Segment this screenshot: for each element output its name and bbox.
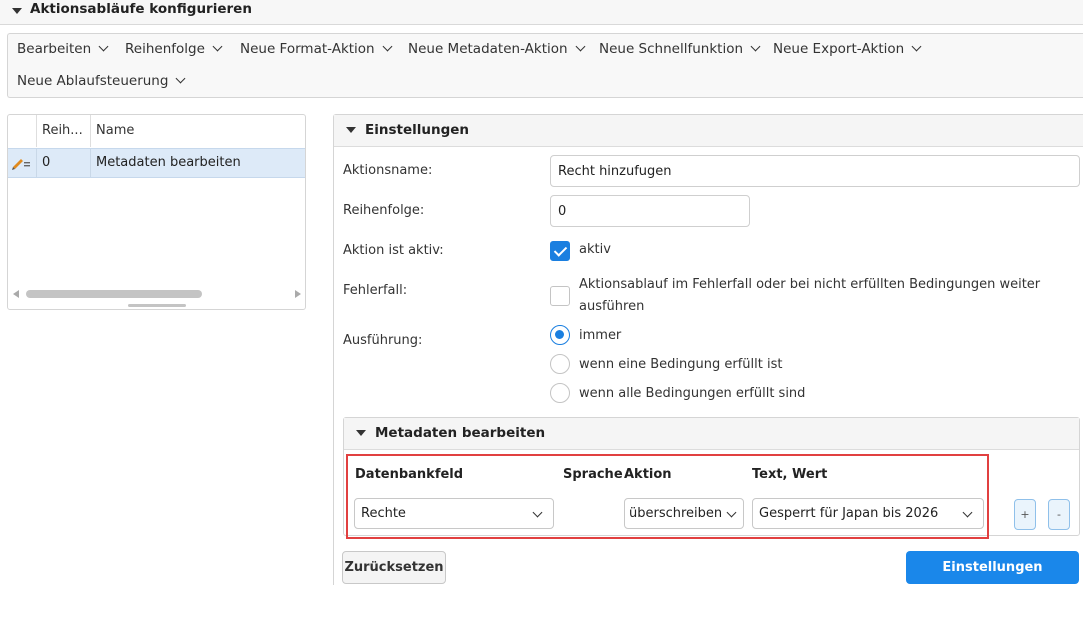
scroll-left-icon[interactable] (13, 290, 19, 298)
column-header-action: Aktion (624, 467, 672, 482)
action-name-input[interactable] (550, 155, 1080, 187)
error-option-line1[interactable]: Aktionsablauf im Fehlerfall oder bei nic… (579, 277, 1040, 292)
action-name-label: Aktionsname: (343, 163, 433, 178)
order-label: Reihenfolge: (343, 203, 425, 218)
add-row-button[interactable]: + (1014, 499, 1036, 530)
collapse-triangle-icon[interactable] (356, 430, 366, 436)
remove-row-button[interactable]: - (1048, 499, 1070, 530)
settings-panel: Einstellungen Aktionsname: Reihenfolge: … (333, 114, 1083, 608)
highlight-box: Datenbankfeld Sprache Aktion Text, Wert … (346, 454, 989, 539)
menu-label: Neue Export-Aktion (773, 41, 905, 57)
execution-radio-all[interactable] (550, 383, 570, 403)
scrollbar-thumb[interactable] (26, 290, 202, 298)
execution-option-any[interactable]: wenn eine Bedingung erfüllt ist (579, 357, 782, 372)
horizontal-scrollbar[interactable] (8, 286, 305, 300)
column-header-order[interactable]: Reih... (37, 115, 91, 147)
column-header-name[interactable]: Name (91, 115, 305, 147)
edit-icon[interactable] (8, 149, 37, 177)
column-header-language: Sprache (563, 467, 623, 482)
column-header-value: Text, Wert (752, 467, 828, 482)
metadata-panel: Metadaten bearbeiten Datenbankfeld Sprac… (343, 417, 1080, 539)
field-select[interactable]: Rechte (354, 498, 554, 529)
menu-label: Neue Schnellfunktion (599, 41, 744, 57)
menu-neue-export-aktion[interactable]: Neue Export-Aktion (773, 41, 922, 57)
collapse-triangle-icon[interactable] (12, 8, 22, 14)
text-value-select[interactable]: Gesperrt für Japan bis 2026 (752, 498, 984, 529)
menu-label: Neue Metadaten-Aktion (408, 41, 568, 57)
menu-label: Reihenfolge (125, 41, 205, 57)
active-option-label[interactable]: aktiv (579, 242, 611, 257)
action-select[interactable]: überschreiben (624, 498, 744, 529)
chevron-down-icon (382, 41, 393, 52)
chevron-down-icon (532, 507, 543, 518)
execution-label: Ausführung: (343, 333, 423, 348)
text-value-select-value: Gesperrt für Japan bis 2026 (759, 506, 939, 521)
menu-neue-ablaufsteuerung[interactable]: Neue Ablaufsteuerung (17, 73, 186, 89)
table-row[interactable]: 0 Metadaten bearbeiten (8, 148, 305, 178)
field-select-value: Rechte (361, 506, 406, 521)
action-select-value: überschreiben (629, 506, 723, 521)
page-title: Aktionsabläufe konfigurieren (30, 1, 252, 17)
chevron-down-icon (962, 507, 973, 518)
chevron-down-icon (175, 73, 186, 84)
reset-button[interactable]: Zurücksetzen (342, 551, 446, 584)
chevron-down-icon (911, 41, 922, 52)
execution-option-always[interactable]: immer (579, 328, 621, 343)
save-settings-button[interactable]: Einstellungen speichern (906, 551, 1079, 608)
error-checkbox[interactable] (550, 286, 570, 306)
chevron-down-icon (726, 507, 737, 518)
menu-neue-format-aktion[interactable]: Neue Format-Aktion (240, 41, 393, 57)
metadata-title: Metadaten bearbeiten (375, 425, 546, 441)
resize-handle[interactable] (128, 304, 186, 307)
menu-label: Neue Ablaufsteuerung (17, 73, 169, 89)
execution-radio-any[interactable] (550, 354, 570, 374)
chevron-down-icon (98, 41, 109, 52)
menu-bearbeiten[interactable]: Bearbeiten (17, 41, 109, 57)
execution-option-all[interactable]: wenn alle Bedingungen erfüllt sind (579, 386, 805, 401)
error-option-line2[interactable]: ausführen (579, 299, 644, 314)
metadata-header[interactable]: Metadaten bearbeiten (344, 418, 1079, 450)
collapse-triangle-icon[interactable] (346, 127, 356, 133)
order-input[interactable] (550, 195, 750, 227)
menu-label: Neue Format-Aktion (240, 41, 375, 57)
action-list-table: Reih... Name 0 Metadaten bearbeiten (7, 114, 306, 310)
active-label: Aktion ist aktiv: (343, 243, 444, 258)
execution-radio-always[interactable] (550, 325, 570, 345)
column-header-icon[interactable] (8, 115, 37, 147)
chevron-down-icon (575, 41, 586, 52)
menu-neue-schnellfunktion[interactable]: Neue Schnellfunktion (599, 41, 761, 57)
error-label: Fehlerfall: (343, 283, 408, 298)
column-header-field: Datenbankfeld (355, 467, 464, 482)
chevron-down-icon (750, 41, 761, 52)
menu-reihenfolge[interactable]: Reihenfolge (125, 41, 223, 57)
chevron-down-icon (212, 41, 223, 52)
menu-neue-metadaten-aktion[interactable]: Neue Metadaten-Aktion (408, 41, 586, 57)
row-order: 0 (37, 149, 91, 177)
scroll-right-icon[interactable] (295, 290, 301, 298)
menu-label: Bearbeiten (17, 41, 92, 57)
toolbar: Bearbeiten Reihenfolge Neue Format-Aktio… (7, 33, 1083, 98)
settings-title: Einstellungen (365, 122, 470, 138)
settings-header[interactable]: Einstellungen (334, 115, 1083, 147)
section-header[interactable]: Aktionsabläufe konfigurieren (0, 0, 1083, 25)
active-checkbox[interactable] (550, 241, 570, 261)
row-name: Metadaten bearbeiten (96, 155, 241, 170)
